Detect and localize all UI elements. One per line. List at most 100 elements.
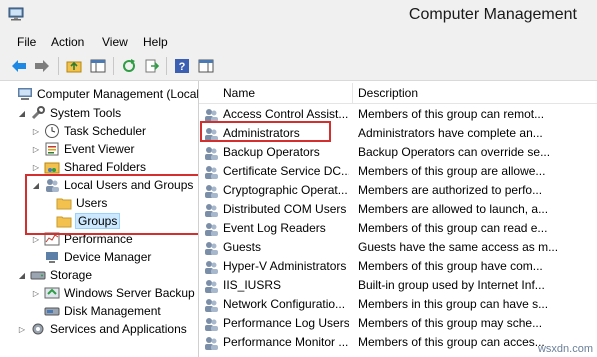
group-icon xyxy=(205,318,218,331)
console-tree: Computer Management (Local ◢ System Tool… xyxy=(0,81,199,357)
tree-item-event-viewer[interactable]: ▷ Event Viewer xyxy=(31,140,135,158)
clock-icon xyxy=(45,124,59,138)
highlight-box-local-users-and-groups xyxy=(25,174,198,235)
group-name: Hyper-V Administrators xyxy=(223,259,347,273)
storage-icon xyxy=(30,271,46,280)
computer-management-icon xyxy=(8,7,24,21)
show-hide-console-tree-icon[interactable] xyxy=(89,57,107,75)
tree-item-label: Services and Applications xyxy=(50,322,187,336)
group-icon xyxy=(205,242,218,255)
collapse-arrow-icon[interactable]: ◢ xyxy=(17,271,27,280)
group-icon xyxy=(205,280,218,293)
table-row[interactable]: Certificate Service DC... Members of this… xyxy=(199,162,597,181)
up-folder-icon[interactable] xyxy=(65,57,83,75)
tree-item-windows-server-backup[interactable]: ▷ Windows Server Backup xyxy=(31,284,195,302)
group-name: Access Control Assist... xyxy=(223,107,349,121)
export-list-icon[interactable] xyxy=(143,57,161,75)
tree-item-system-tools[interactable]: ◢ System Tools xyxy=(17,104,121,122)
table-row[interactable]: IIS_IUSRS Built-in group used by Internet… xyxy=(199,276,597,295)
menu-help[interactable]: Help xyxy=(143,35,168,49)
menu-file[interactable]: File xyxy=(17,35,36,49)
group-description: Members are allowed to launch, a... xyxy=(358,202,549,216)
groups-list: Name Description Access Control Assist..… xyxy=(199,81,597,357)
group-name: Backup Operators xyxy=(223,145,320,159)
group-description: Members of this group may sche... xyxy=(358,316,543,330)
disk-icon xyxy=(44,307,60,316)
expand-arrow-icon[interactable]: ▷ xyxy=(31,235,41,244)
group-name: Certificate Service DC... xyxy=(223,164,349,178)
menu-view[interactable]: View xyxy=(102,35,128,49)
tree-item-label: Computer Management (Local xyxy=(37,87,199,101)
refresh-icon[interactable] xyxy=(120,57,138,75)
tree-item-storage[interactable]: ◢ Storage xyxy=(17,266,92,284)
event-viewer-icon xyxy=(45,142,59,156)
group-icon xyxy=(205,147,218,160)
collapse-arrow-icon[interactable]: ◢ xyxy=(17,109,27,118)
column-divider[interactable] xyxy=(352,83,353,103)
toolbar: ? xyxy=(0,52,597,81)
tree-item-task-scheduler[interactable]: ▷ Task Scheduler xyxy=(31,122,146,140)
group-description: Administrators have complete an... xyxy=(358,126,543,140)
group-description: Built-in group used by Internet Inf... xyxy=(358,278,545,292)
tree-item-label: Task Scheduler xyxy=(64,124,147,138)
group-icon xyxy=(205,337,218,350)
expand-arrow-icon[interactable]: ▷ xyxy=(31,289,41,298)
tree-item-label: Device Manager xyxy=(64,250,152,264)
show-hide-action-pane-icon[interactable] xyxy=(197,57,215,75)
table-row[interactable]: Distributed COM Users Members are allowed… xyxy=(199,200,597,219)
group-description: Members of this group can read e... xyxy=(358,221,548,235)
table-row[interactable]: Event Log Readers Members of this group c… xyxy=(199,219,597,238)
group-name: Performance Monitor ... xyxy=(223,335,349,349)
group-name: Network Configuratio... xyxy=(223,297,346,311)
tree-item-label: Windows Server Backup xyxy=(64,286,195,300)
backup-icon xyxy=(44,287,60,299)
toolbar-separator xyxy=(58,57,59,75)
group-name: Event Log Readers xyxy=(223,221,326,235)
window-title: Computer Management xyxy=(408,6,577,23)
group-description: Members of this group are allowe... xyxy=(358,164,546,178)
highlight-box-administrators xyxy=(200,121,331,142)
table-row[interactable]: Backup Operators Backup Operators can ove… xyxy=(199,143,597,162)
expand-arrow-icon[interactable]: ▷ xyxy=(31,145,41,154)
tools-icon xyxy=(31,106,45,120)
table-row[interactable]: Guests Guests have the same access as m..… xyxy=(199,238,597,257)
expand-arrow-icon[interactable]: ▷ xyxy=(31,163,41,172)
tree-item-label: System Tools xyxy=(50,106,122,120)
table-row[interactable]: Cryptographic Operat... Members are autho… xyxy=(199,181,597,200)
tree-item-label: Event Viewer xyxy=(64,142,135,156)
group-icon xyxy=(205,261,218,274)
tree-item-label: Disk Management xyxy=(64,304,161,318)
expand-arrow-icon[interactable]: ▷ xyxy=(17,325,27,334)
group-description: Backup Operators can override se... xyxy=(358,145,551,159)
group-name: IIS_IUSRS xyxy=(223,278,282,292)
group-name: Distributed COM Users xyxy=(223,202,347,216)
toolbar-separator xyxy=(166,57,167,75)
group-icon xyxy=(205,185,218,198)
back-arrow-icon[interactable] xyxy=(10,57,28,75)
forward-arrow-icon[interactable] xyxy=(33,57,51,75)
toolbar-separator xyxy=(113,57,114,75)
group-name: Performance Log Users xyxy=(223,316,349,330)
expand-arrow-icon[interactable]: ▷ xyxy=(31,127,41,136)
tree-item-device-manager[interactable]: Device Manager xyxy=(44,248,151,266)
group-name: Cryptographic Operat... xyxy=(223,183,348,197)
help-icon[interactable]: ? xyxy=(173,57,191,75)
menu-action[interactable]: Action xyxy=(51,35,84,49)
menu-bar: File Action View Help xyxy=(0,32,597,52)
title-bar: Computer Management xyxy=(0,0,597,32)
group-icon xyxy=(205,299,218,312)
svg-text:?: ? xyxy=(179,61,186,73)
tree-item-computer-management[interactable]: Computer Management (Local xyxy=(4,85,199,103)
computer-icon xyxy=(18,88,32,100)
list-header: Name Description xyxy=(199,83,597,104)
watermark: wsxdn.com xyxy=(537,343,593,355)
table-row[interactable]: Hyper-V Administrators Members of this gr… xyxy=(199,257,597,276)
tree-item-services-and-applications[interactable]: ▷ Services and Applications xyxy=(17,320,187,338)
device-manager-icon xyxy=(46,252,58,263)
group-description: Members are authorized to perfo... xyxy=(358,183,543,197)
table-row[interactable]: Performance Log Users Members of this gro… xyxy=(199,314,597,333)
column-header-name[interactable]: Name xyxy=(223,86,255,100)
table-row[interactable]: Network Configuratio... Members in this g… xyxy=(199,295,597,314)
tree-item-disk-management[interactable]: Disk Management xyxy=(44,302,161,320)
column-header-description[interactable]: Description xyxy=(358,86,418,100)
